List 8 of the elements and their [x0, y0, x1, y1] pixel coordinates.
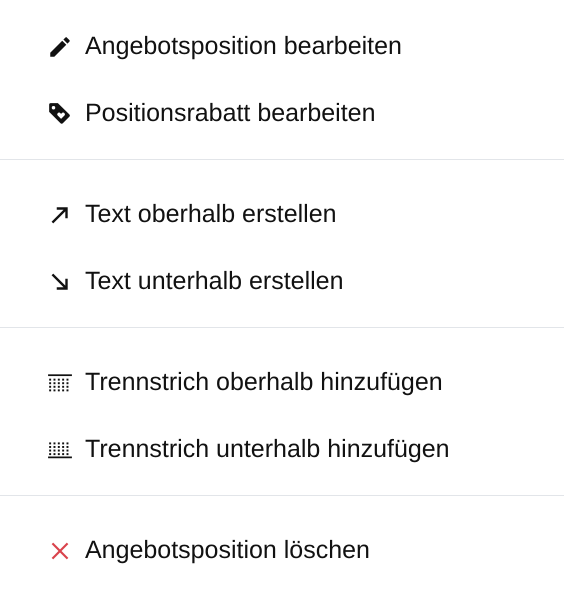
menu-item[interactable]: Trennstrich unterhalb hinzufügen — [0, 416, 564, 483]
menu-item[interactable]: Angebotsposition bearbeiten — [0, 13, 564, 80]
menu-item[interactable]: Text unterhalb erstellen — [0, 248, 564, 315]
menu-item[interactable]: Text oberhalb erstellen — [0, 181, 564, 248]
tag-icon — [47, 100, 73, 126]
menu-item[interactable]: Angebotsposition löschen — [0, 517, 564, 584]
menu-item[interactable]: Trennstrich oberhalb hinzufügen — [0, 349, 564, 416]
menu-item[interactable]: Positionsrabatt bearbeiten — [0, 80, 564, 147]
